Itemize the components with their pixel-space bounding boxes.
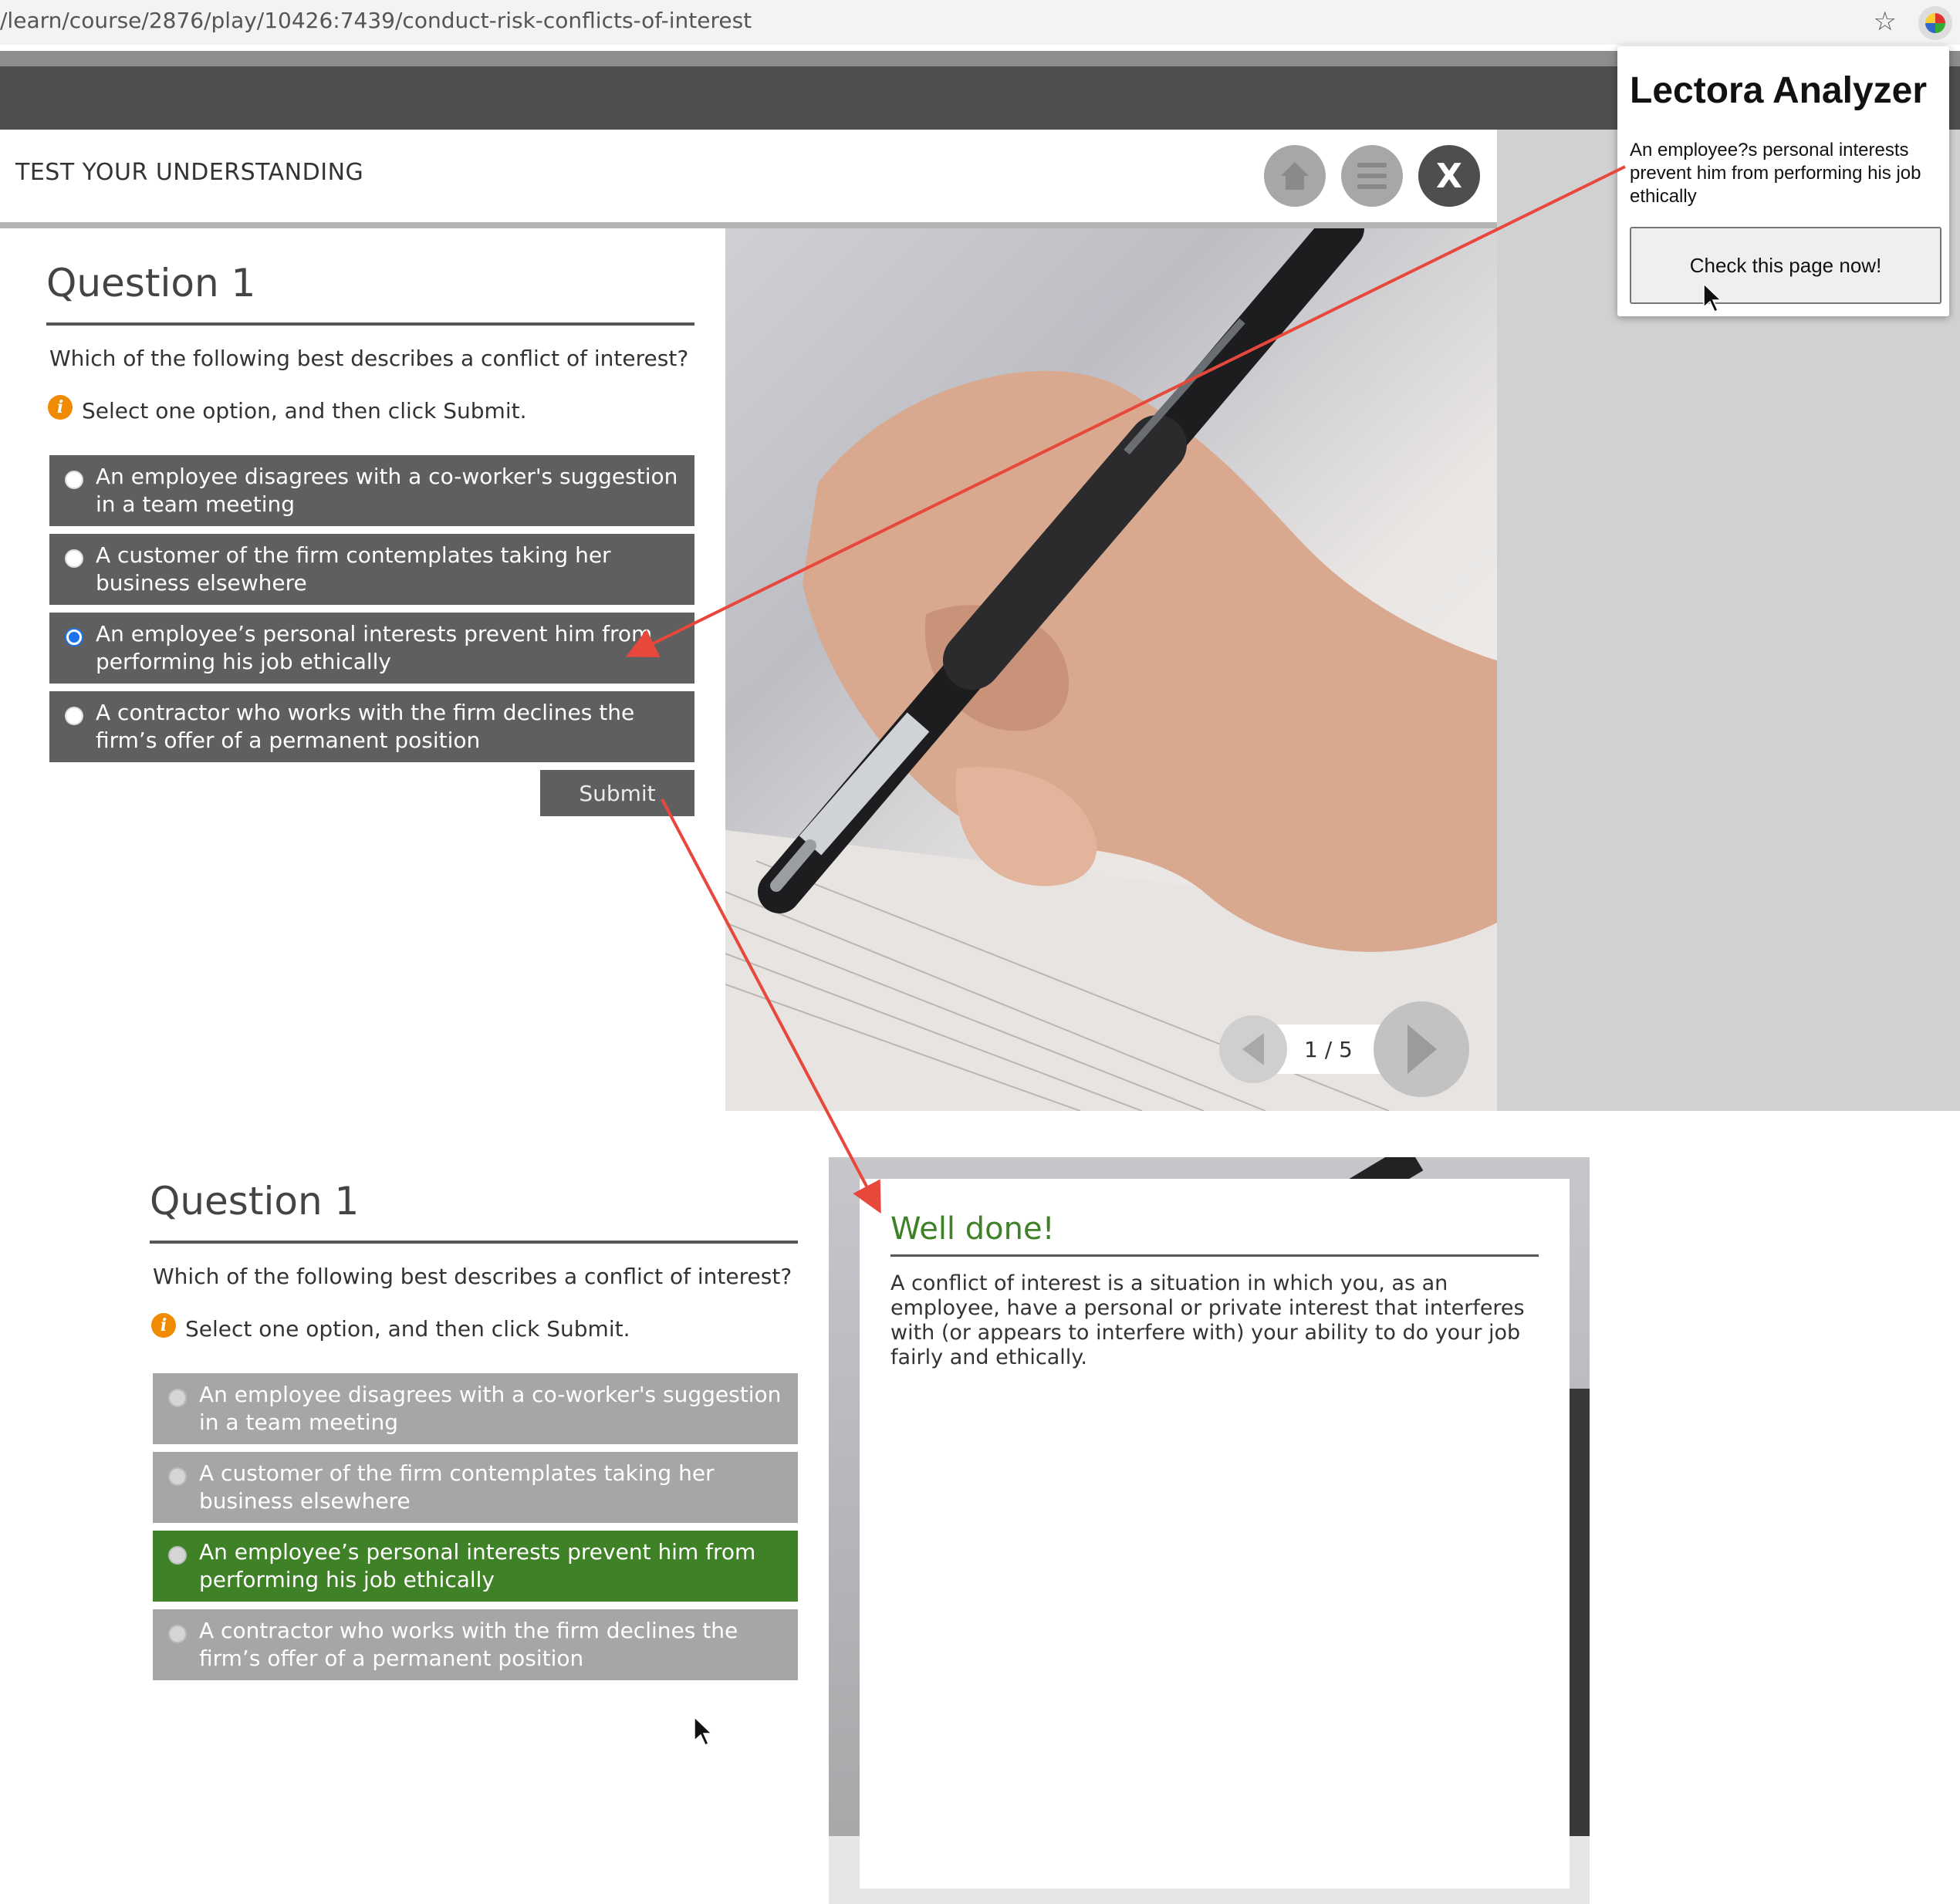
annotation-arrows — [625, 165, 1722, 1747]
arrow-analyzer-to-option — [625, 165, 1626, 657]
arrow-submit-to-feedback — [661, 798, 881, 1214]
mouse-cursor-icon — [694, 1716, 713, 1747]
mouse-cursor-icon — [1703, 282, 1722, 313]
